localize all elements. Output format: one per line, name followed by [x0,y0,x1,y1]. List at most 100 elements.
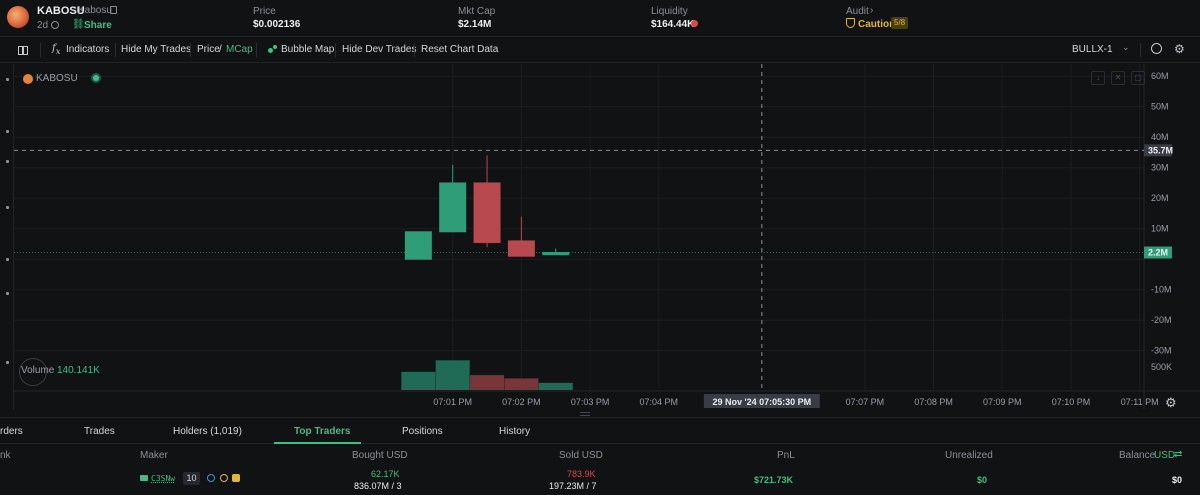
tab-positions[interactable]: Positions [402,426,443,437]
audit-score-badge: 5/8 [891,17,909,29]
chevron-down-icon[interactable]: ⌄ [1122,42,1130,53]
share-button[interactable]: Share [84,20,112,31]
price-chart[interactable]: 60M 50M 40M 30M 20M 10M -10M -20M -30M 500K 07:01 … [14,64,1200,411]
drawing-tool-icon[interactable] [6,130,9,133]
drawing-tool-icon[interactable] [6,160,9,163]
liquidity-label: Liquidity [651,6,688,17]
y-tick-label: 60M [1151,71,1169,81]
bought-usd: 62.17K [371,469,400,479]
price-label: Price [253,6,276,17]
tab-history[interactable]: History [499,426,530,437]
measure-icon[interactable] [1151,43,1162,54]
token-age: 2d [37,20,49,31]
x-tick-label: 07:03 PM [571,397,610,407]
toolbar-divider [40,43,41,57]
balance-value: $0 [1172,475,1183,485]
candle-body [473,182,501,243]
y-tick-label: -20M [1151,315,1172,325]
column-bought-usd[interactable]: Bought USD [352,450,408,461]
toolbar-divider [335,43,336,57]
drawing-tool-icon[interactable] [6,258,9,261]
panel-resize-handle[interactable] [580,412,590,416]
crosshair-time-label: 29 Nov '24 07:05:30 PM [712,397,811,407]
price-value: $0.002136 [253,19,301,30]
wallet-icon [140,475,148,481]
close-pane-icon[interactable]: ✕ [1111,71,1125,85]
volume-bar [538,382,573,390]
x-tick-label: 07:01 PM [433,397,472,407]
x-tick-label: 07:11 PM [1121,397,1159,407]
user-icon[interactable] [232,474,240,482]
price-toggle[interactable]: Price [197,44,220,55]
token-logo-icon [7,6,29,28]
drawing-tool-icon[interactable] [6,206,9,209]
y-tick-label: -30M [1151,346,1172,356]
indicators-icon[interactable]: fx [52,43,60,56]
column-sold-usd[interactable]: Sold USD [559,450,603,461]
bought-tokens: 836.07M / 3 [354,481,402,491]
tab-orders[interactable]: rders [0,426,23,437]
volume-label: Volume [21,365,55,376]
liquidity-warning-icon [691,20,698,27]
sold-tokens: 197.23M / 7 [549,481,597,491]
mcap-value: $2.14M [458,19,492,30]
toolbar-divider [256,43,257,57]
tab-holders[interactable]: Holders (1,019) [173,426,242,437]
volume-bar [470,375,505,390]
bubble-map-button[interactable]: Bubble Map [281,44,334,55]
unrealized-value: $0 [977,475,988,485]
y-tick-label: -10M [1151,285,1172,295]
copy-address-icon[interactable] [110,6,117,14]
swap-unit-icon[interactable]: ⇄ [1174,449,1182,460]
audit-label[interactable]: Audit [846,6,869,17]
token-header: KABOSU Kabosu 2d ⛓ Share Price $0.002136… [0,0,1200,37]
drawing-tool-icon[interactable] [6,292,9,295]
chart-settings-icon[interactable]: ⚙ [1165,395,1177,411]
eye-icon[interactable] [207,474,215,482]
move-down-icon[interactable]: ↓ [1091,71,1105,85]
toolbar-divider [414,43,415,57]
token-logo-icon [23,74,33,84]
drawing-tool-icon[interactable] [6,361,9,364]
tab-trades[interactable]: Trades [84,426,115,437]
chevron-right-icon[interactable]: › [870,5,873,16]
bubble-map-icon[interactable] [268,45,277,54]
chart-legend-symbol: KABOSU [36,73,78,84]
column-maker: Maker [140,450,168,461]
volume-bar [504,378,539,390]
x-tick-label: 07:09 PM [983,397,1022,407]
column-pnl[interactable]: PnL [777,450,795,461]
drawing-tool-icon[interactable] [6,78,9,81]
target-icon[interactable] [220,474,228,482]
chart-source-select[interactable]: BULLX-1 [1072,44,1113,55]
drawing-toolbar [0,64,14,409]
bottom-tabs: rders Trades Holders (1,019) Top Traders… [0,417,1200,444]
toolbar-divider [190,43,191,57]
balance-unit-toggle[interactable]: USD [1154,450,1175,461]
reset-chart-data-button[interactable]: Reset Chart Data [421,44,498,55]
audit-status: Caution [858,19,896,30]
x-tick-label: 07:04 PM [640,397,679,407]
hide-my-trades-button[interactable]: Hide My Trades [121,44,191,55]
x-tick-label: 07:02 PM [502,397,541,407]
y-tick-label: 50M [1151,102,1169,112]
column-balance[interactable]: Balance [1119,450,1155,461]
mcap-toggle[interactable]: MCap [226,44,253,55]
maker-address[interactable]: C3SNw [151,474,175,483]
hide-dev-trades-button[interactable]: Hide Dev Trades [342,44,416,55]
chart-toolbar: fx Indicators Hide My Trades Price / MCa… [0,38,1200,63]
volume-bar [435,360,470,390]
indicators-button[interactable]: Indicators [66,44,109,55]
column-unrealized[interactable]: Unrealized [945,450,993,461]
sold-usd: 783.9K [567,469,596,479]
maximize-pane-icon[interactable]: ▢ [1131,71,1145,85]
share-link-icon[interactable]: ⛓ [72,19,85,30]
mcap-label: Mkt Cap [458,6,496,17]
candlestick-icon[interactable] [17,44,28,55]
tab-top-traders[interactable]: Top Traders [294,426,351,437]
candle-body [507,240,535,257]
chart-canvas[interactable]: 60M 50M 40M 30M 20M 10M -10M -20M -30M 500K 07:01 … [14,64,1200,409]
shield-icon [846,18,855,28]
toolbar-divider [1140,43,1141,57]
gear-icon[interactable]: ⚙ [1174,42,1185,56]
